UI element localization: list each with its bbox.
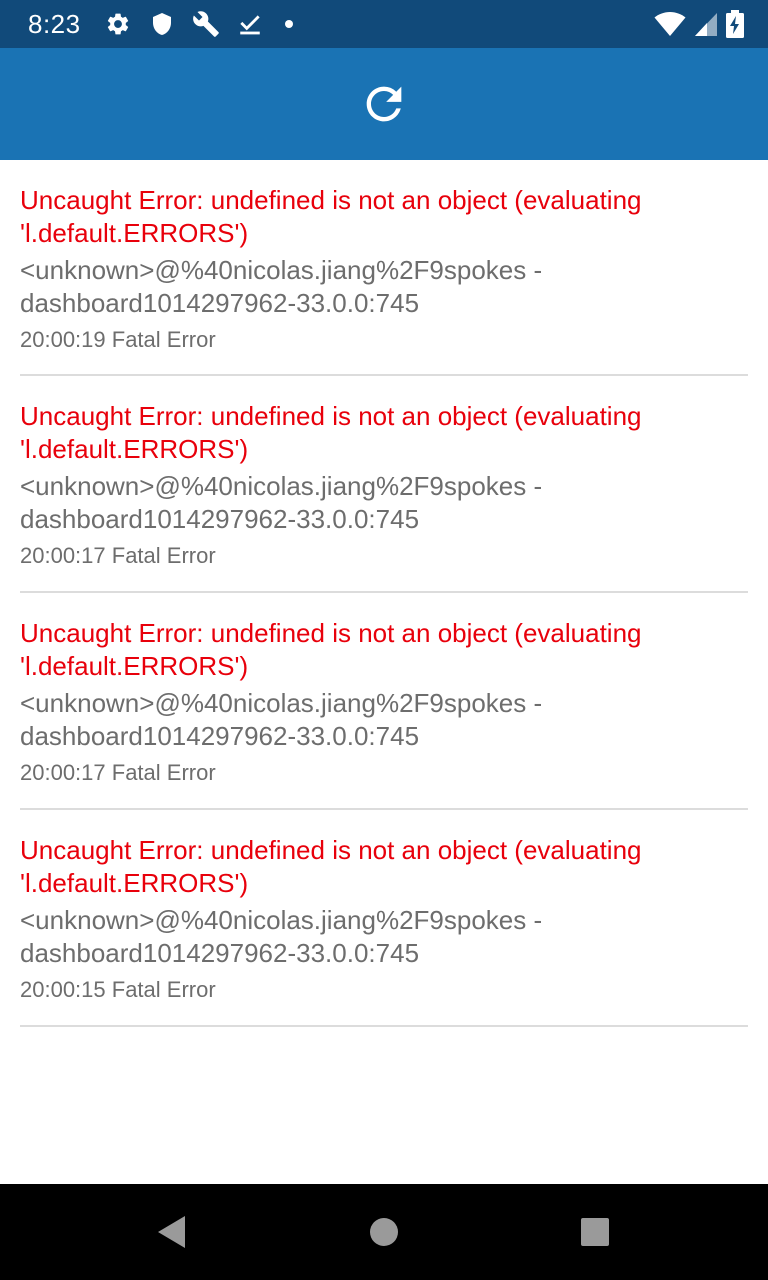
- gear-icon: [104, 10, 132, 38]
- error-stack-frame: <unknown>@%40nicolas.jiang%2F9spokes -da…: [20, 905, 543, 968]
- home-icon: [370, 1218, 398, 1246]
- dot-icon: [282, 10, 296, 38]
- error-timestamp-type: 20:00:17 Fatal Error: [20, 760, 216, 785]
- error-stack-frame: <unknown>@%40nicolas.jiang%2F9spokes -da…: [20, 688, 543, 751]
- signal-icon: [694, 10, 718, 38]
- system-navigation-bar: [0, 1184, 768, 1280]
- error-stack-frame: <unknown>@%40nicolas.jiang%2F9spokes -da…: [20, 255, 543, 318]
- error-message: Uncaught Error: undefined is not an obje…: [20, 401, 642, 464]
- recents-button[interactable]: [571, 1208, 619, 1256]
- reload-icon: [366, 86, 402, 122]
- reload-button[interactable]: [352, 72, 416, 136]
- error-list-item[interactable]: Uncaught Error: undefined is not an obje…: [20, 593, 748, 810]
- error-timestamp-type: 20:00:19 Fatal Error: [20, 327, 216, 352]
- status-system-icons: [646, 10, 744, 38]
- error-message: Uncaught Error: undefined is not an obje…: [20, 835, 642, 898]
- error-list: Uncaught Error: undefined is not an obje…: [20, 160, 748, 1027]
- status-bar: 8:23: [0, 0, 768, 48]
- back-icon: [158, 1216, 185, 1248]
- battery-charging-icon: [726, 10, 744, 38]
- error-timestamp-type: 20:00:15 Fatal Error: [20, 977, 216, 1002]
- recents-icon: [581, 1218, 609, 1246]
- status-time: 8:23: [28, 9, 81, 39]
- error-stack-frame: <unknown>@%40nicolas.jiang%2F9spokes -da…: [20, 471, 543, 534]
- error-timestamp-type: 20:00:17 Fatal Error: [20, 543, 216, 568]
- wrench-icon: [192, 10, 220, 38]
- error-list-item[interactable]: Uncaught Error: undefined is not an obje…: [20, 810, 748, 1027]
- wifi-icon: [654, 10, 686, 38]
- shield-icon: [148, 10, 176, 38]
- error-list-item[interactable]: Uncaught Error: undefined is not an obje…: [20, 160, 748, 376]
- error-message: Uncaught Error: undefined is not an obje…: [20, 618, 642, 681]
- status-notification-icons: [104, 10, 296, 38]
- home-button[interactable]: [360, 1208, 408, 1256]
- back-button[interactable]: [148, 1208, 196, 1256]
- error-list-item[interactable]: Uncaught Error: undefined is not an obje…: [20, 376, 748, 593]
- app-toolbar: [0, 48, 768, 160]
- download-check-icon: [236, 10, 264, 38]
- error-message: Uncaught Error: undefined is not an obje…: [20, 185, 642, 248]
